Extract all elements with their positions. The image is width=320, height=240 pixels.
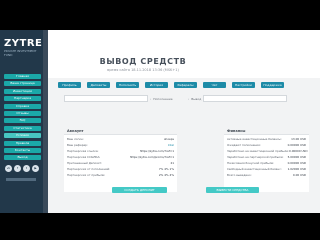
sidebar-item-page[interactable]: Ваша страница — [4, 81, 41, 87]
logo-text: ZYTRE — [4, 38, 43, 49]
account-panel-title: Аккаунт — [67, 129, 84, 133]
sidebar-item-faq[interactable]: FAQ — [4, 118, 41, 124]
row-value: 5.00000 USD — [287, 155, 306, 159]
sidebar-item-home[interactable]: Главная — [4, 74, 41, 79]
account-row: Партнерская ссылка: https://zytre.com/?r… — [67, 149, 174, 154]
account-row: Ваш логин: shoeps — [67, 137, 174, 142]
account-row: Пригашенный Депозит: 21 — [67, 161, 174, 166]
sidebar-item-contacts[interactable]: Контакты — [4, 147, 41, 153]
account-row: Партнерских от пополнений: 7% 4% 1% — [67, 167, 174, 172]
row-label: Заработано на партнерской прибыли: — [227, 155, 284, 159]
twitter-icon[interactable]: t — [23, 165, 30, 172]
row-value: 0.00000 USD — [289, 149, 308, 153]
nav-tabs: Профиль Депозиты Пополнить История Рефер… — [58, 82, 284, 88]
deposit-input[interactable] — [64, 95, 148, 102]
row-value: shoeps — [164, 137, 174, 141]
chevron-right-icon: › — [150, 96, 152, 101]
logo-subtitle: PRIVATE INVESTMENT FUND — [4, 49, 37, 57]
withdraw-funds-button[interactable]: ВЫВЕСТИ СРЕДСТВА — [206, 187, 259, 193]
social-links: vk f t ▶ — [5, 165, 39, 172]
page-subtitle: время сайта 18.11.2018 13:36 (MSK+1) — [107, 68, 179, 72]
row-label: Ожидают пополнения: — [227, 143, 261, 147]
account-row: Ваш реферер: Intel — [67, 143, 174, 148]
finance-row: Свободный инвестиционный баланс: 1.02000… — [227, 167, 306, 172]
finance-row: Всего выведено: 0.00 USD — [227, 173, 306, 178]
row-value: 7% 4% 1% — [158, 167, 174, 171]
page-title: ВЫВОД СРЕДСТВ — [99, 57, 187, 66]
vk-icon[interactable]: vk — [5, 165, 12, 172]
row-label: Партнерская ССЫЛКА: — [67, 155, 101, 159]
youtube-icon[interactable]: ▶ — [32, 165, 39, 172]
finance-row: Заработано на инвестиционной прибыли: 0.… — [227, 149, 308, 154]
row-value: 0.00000 USD — [287, 161, 306, 165]
sidebar-item-reviews[interactable]: Отзывы — [4, 110, 41, 116]
row-value[interactable]: https://zytre.com/promo/?ref=1 — [130, 155, 174, 160]
row-label: Всего выведено: — [227, 173, 252, 177]
row-label: Пригашенный Депозит: — [67, 161, 103, 165]
finance-row: Ожидают пополнения: 0.00000 USD — [227, 143, 306, 148]
row-label: Активные инвестиционные балансы: — [227, 137, 282, 141]
finance-row: Активные инвестиционные балансы: 13.00 U… — [227, 137, 306, 142]
row-label: Ваш логин: — [67, 137, 84, 141]
account-row: Партнерских от прибыли: 2% 4% 4% — [67, 173, 174, 178]
withdraw-field-row: › Вывод — [188, 95, 288, 102]
sidebar-item-invest[interactable]: Инвестиции — [4, 88, 41, 94]
chevron-right-icon: › — [188, 96, 190, 101]
deposit-field-row: › Пополнение — [64, 95, 173, 102]
finance-row: Начисления бонусной прибыли: 0.00000 USD — [227, 161, 306, 166]
tab-history[interactable]: История — [145, 82, 168, 88]
row-label: Ваш реферер: — [67, 143, 88, 147]
tab-refill[interactable]: Пополнить — [116, 82, 139, 88]
finance-panel: Финансы Активные инвестиционные балансы:… — [224, 129, 309, 192]
referrer-link[interactable]: Intel — [168, 143, 174, 148]
tab-referrals[interactable]: Рефералы — [174, 82, 197, 88]
row-value: 21 — [170, 161, 174, 165]
logo[interactable]: ZYTRE PRIVATE INVESTMENT FUND — [4, 38, 43, 57]
row-label: Заработано на инвестиционной прибыли: — [227, 149, 290, 153]
tab-profile[interactable]: Профиль — [58, 82, 81, 88]
account-panel: Аккаунт Ваш логин: shoeps Ваш реферер: I… — [64, 129, 177, 192]
withdraw-input[interactable] — [203, 95, 288, 102]
row-label: Начисления бонусной прибыли: — [227, 161, 275, 165]
finance-row: Заработано на партнерской прибыли: 5.000… — [227, 155, 306, 160]
facebook-icon[interactable]: f — [14, 165, 21, 172]
account-row: Партнерская ССЫЛКА: https://zytre.com/pr… — [67, 155, 174, 160]
sidebar-item-logout[interactable]: Выход — [4, 155, 41, 161]
sidebar-menu: Главная Ваша страница Инвестиции Партнер… — [4, 74, 41, 163]
row-label: Свободный инвестиционный баланс: — [227, 167, 282, 171]
sidebar-item-rules[interactable]: Правила — [4, 140, 41, 146]
finance-panel-title: Финансы — [227, 129, 246, 133]
withdraw-label: Вывод — [191, 96, 202, 101]
row-label: Партнерская ссылка: — [67, 149, 99, 153]
tab-support[interactable]: Поддержка — [261, 82, 284, 88]
row-value: 13.00 USD — [291, 137, 306, 141]
tab-deposits[interactable]: Депозиты — [87, 82, 110, 88]
sidebar-item-stats[interactable]: Статистика — [4, 125, 41, 131]
create-deposit-button[interactable]: СОЗДАТЬ ДЕПОЗИТ — [112, 187, 167, 193]
sidebar-item-help[interactable]: Справка — [4, 103, 41, 109]
tab-chat[interactable]: Чат — [203, 82, 226, 88]
row-label: Партнерских от прибыли: — [67, 173, 106, 177]
sidebar-item-terms[interactable]: Условия — [4, 133, 41, 139]
deposit-label: Пополнение — [153, 96, 173, 101]
row-value: 0.00000 USD — [287, 143, 306, 147]
row-value: 2% 4% 4% — [158, 173, 174, 177]
sidebar-footer-bar — [6, 178, 36, 181]
row-value[interactable]: https://zytre.com/?ref=1 — [140, 149, 174, 154]
sidebar-item-partners[interactable]: Партнерка — [4, 96, 41, 102]
tab-settings[interactable]: Настройки — [232, 82, 255, 88]
row-value: 1.02000 USD — [287, 167, 306, 171]
row-value: 0.00 USD — [292, 173, 306, 177]
row-label: Партнерских от пополнений: — [67, 167, 111, 171]
